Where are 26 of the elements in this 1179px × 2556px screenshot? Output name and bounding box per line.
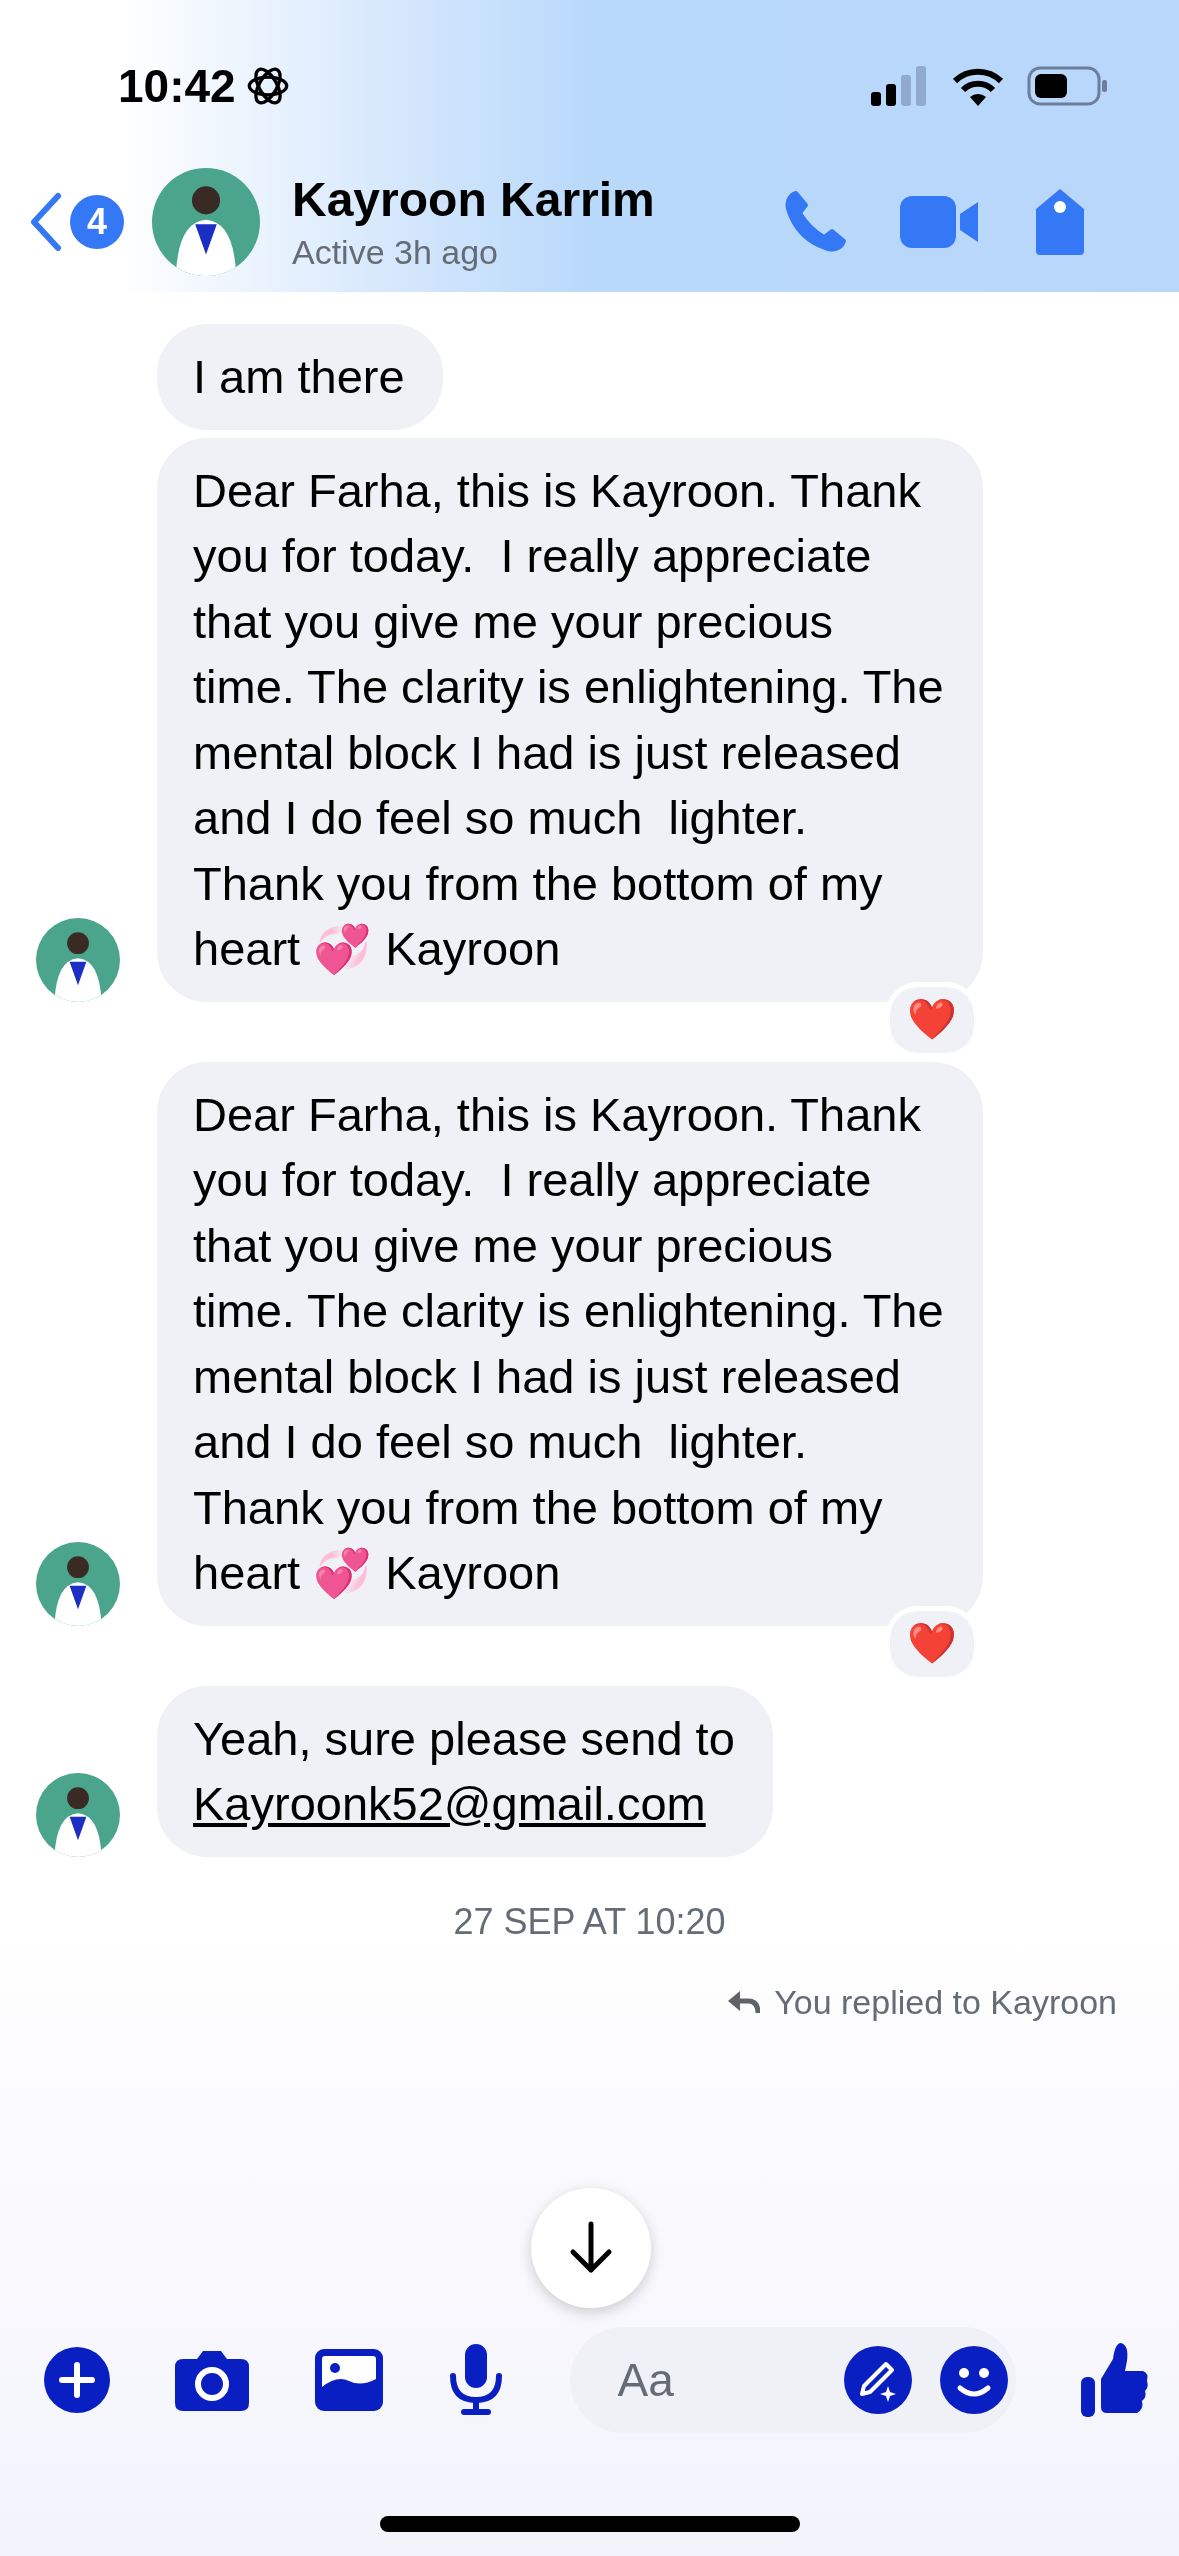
plus-icon[interactable] [44,2347,110,2413]
battery-icon [1027,66,1109,106]
unread-count-badge: 4 [70,195,124,249]
signal-icon [871,66,929,106]
pen-sparkle-icon[interactable] [843,2346,912,2414]
message-text: Yeah, sure please send to [193,1710,735,1767]
thumbs-up-icon[interactable] [1080,2343,1149,2417]
message-input[interactable]: Aa [615,2352,816,2408]
timestamp: 27 SEP AT 10:20 [453,1900,726,1943]
email-link[interactable]: Kayroonk52@gmail.com [193,1777,706,1830]
arrow-down-icon [568,2221,614,2275]
camera-icon[interactable] [175,2349,250,2411]
video-camera-icon[interactable] [900,194,980,250]
message-bubble: I am there [157,324,443,430]
reply-arrow-icon [726,1989,761,2015]
image-icon[interactable] [314,2349,383,2411]
smiley-icon[interactable] [939,2346,1008,2414]
microphone-icon[interactable] [448,2344,505,2416]
wifi-icon [951,66,1005,106]
active-status: Active 3h ago [292,233,500,272]
chevron-left-icon [28,192,64,252]
status-time: 10:42 [118,59,236,113]
back-button[interactable]: 4 [28,192,124,252]
scroll-down-button[interactable] [531,2188,651,2308]
reply-note: You replied to Kayroon [774,1982,1117,2022]
contact-name[interactable]: Kayroon Karrim [292,172,732,227]
